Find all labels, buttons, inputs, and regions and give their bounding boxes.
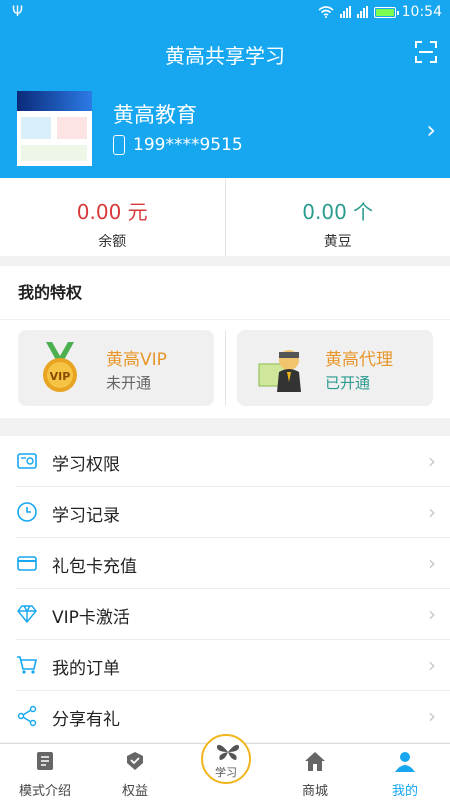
menu-label: VIP卡激活 — [52, 608, 130, 628]
cart-icon — [17, 656, 37, 674]
menu-item-study-record[interactable]: 学习记录 › — [16, 487, 450, 538]
phone-icon — [113, 135, 125, 155]
balance-beans-label: 黄豆 — [323, 234, 352, 250]
avatar — [17, 91, 92, 166]
diamond-icon — [17, 605, 37, 624]
agent-name: 黄高代理 — [325, 350, 393, 370]
tab-label: 商城 — [301, 784, 328, 799]
menu-item-orders[interactable]: 我的订单 › — [16, 640, 450, 691]
agent-status: 已开通 — [325, 374, 371, 392]
clock-icon — [17, 502, 37, 522]
vip-medal-icon: VIP — [43, 342, 77, 392]
balance-yuan-value: 0.00 元 — [76, 200, 148, 224]
menu-label: 学习权限 — [52, 455, 120, 475]
balance-beans-value: 0.00 个 — [302, 200, 374, 224]
chevron-right-icon: › — [426, 116, 436, 144]
study-center-button[interactable]: 学习 — [201, 734, 251, 784]
menu-item-vip-activate[interactable]: VIP卡激活 › — [16, 589, 450, 640]
tab-benefits[interactable]: 权益 — [90, 744, 180, 800]
menu-item-gift-card[interactable]: 礼包卡充值 › — [16, 538, 450, 589]
card-icon — [17, 556, 37, 571]
chevron-right-icon: › — [428, 653, 436, 677]
menu-label: 学习记录 — [52, 506, 120, 526]
tab-label: 学习 — [215, 766, 237, 779]
battery-icon — [373, 6, 399, 18]
share-icon — [17, 705, 37, 727]
user-icon — [395, 752, 415, 772]
signal-icon-2 — [356, 6, 368, 18]
profile-phone-row: 199****9515 — [113, 135, 243, 155]
divider — [225, 330, 226, 406]
vip-status: 未开通 — [106, 374, 152, 392]
menu-item-study-permission[interactable]: 学习权限 › — [16, 436, 450, 487]
menu-list: 学习权限 › 学习记录 › 礼包卡充值 › VIP卡激活 › 我的订单 › 分享… — [0, 436, 450, 742]
page-title: 黄高共享学习 — [165, 44, 285, 68]
profile-card[interactable]: 黄高教育 199****9515 › — [0, 78, 450, 178]
privileges-section: 我的特权 VIP 黄高VIP 未开通 黄高代理 已开通 — [0, 266, 450, 418]
chevron-right-icon: › — [428, 551, 436, 575]
certificate-icon — [17, 453, 37, 469]
menu-label: 礼包卡充值 — [52, 557, 137, 577]
tab-label: 权益 — [121, 784, 148, 799]
tab-label: 模式介绍 — [18, 784, 71, 799]
tab-mine[interactable]: 我的 — [360, 744, 450, 800]
menu-label: 我的订单 — [52, 659, 120, 679]
profile-phone: 199****9515 — [133, 135, 243, 155]
badge-icon — [127, 752, 143, 770]
privileges-cards: VIP 黄高VIP 未开通 黄高代理 已开通 — [0, 330, 450, 406]
profile-name: 黄高教育 — [113, 103, 197, 127]
status-icons: 10:54 — [318, 4, 442, 20]
butterfly-icon — [216, 744, 240, 760]
usb-icon: Ψ — [12, 4, 24, 20]
tab-label: 我的 — [391, 784, 418, 799]
status-time: 10:54 — [401, 4, 442, 20]
balance-beans[interactable]: 0.00 个 黄豆 — [224, 178, 450, 256]
privileges-title: 我的特权 — [0, 266, 450, 320]
vip-card[interactable]: VIP 黄高VIP 未开通 — [18, 330, 214, 406]
chevron-right-icon: › — [428, 449, 436, 473]
wifi-icon — [318, 6, 334, 18]
balance-yuan-label: 余额 — [98, 234, 127, 250]
home-icon — [305, 752, 325, 771]
svg-text:VIP: VIP — [50, 370, 71, 383]
chevron-right-icon: › — [428, 704, 436, 728]
app-root: Ψ 10:54 黄高共享学习 黄高教育 199****9515 › 0.00 元… — [0, 0, 450, 800]
balance-panel: 0.00 元 余额 0.00 个 黄豆 — [0, 178, 450, 256]
menu-label: 分享有礼 — [52, 710, 120, 730]
agent-card[interactable]: 黄高代理 已开通 — [237, 330, 433, 406]
bottom-nav: 模式介绍 权益 学习 商城 我的 — [0, 734, 450, 800]
scan-icon[interactable] — [414, 40, 438, 64]
chevron-right-icon: › — [428, 500, 436, 524]
signal-icon — [339, 6, 351, 18]
agent-icon — [258, 350, 301, 392]
tab-mall[interactable]: 商城 — [270, 744, 360, 800]
tab-mode-intro[interactable]: 模式介绍 — [0, 744, 90, 800]
app-header: 黄高共享学习 — [0, 26, 450, 78]
balance-yuan[interactable]: 0.00 元 余额 — [0, 178, 225, 256]
chevron-right-icon: › — [428, 602, 436, 626]
tab-study[interactable]: 学习 — [180, 734, 270, 800]
document-icon — [37, 752, 53, 770]
status-bar: Ψ 10:54 — [0, 0, 450, 26]
vip-name: 黄高VIP — [106, 350, 167, 370]
